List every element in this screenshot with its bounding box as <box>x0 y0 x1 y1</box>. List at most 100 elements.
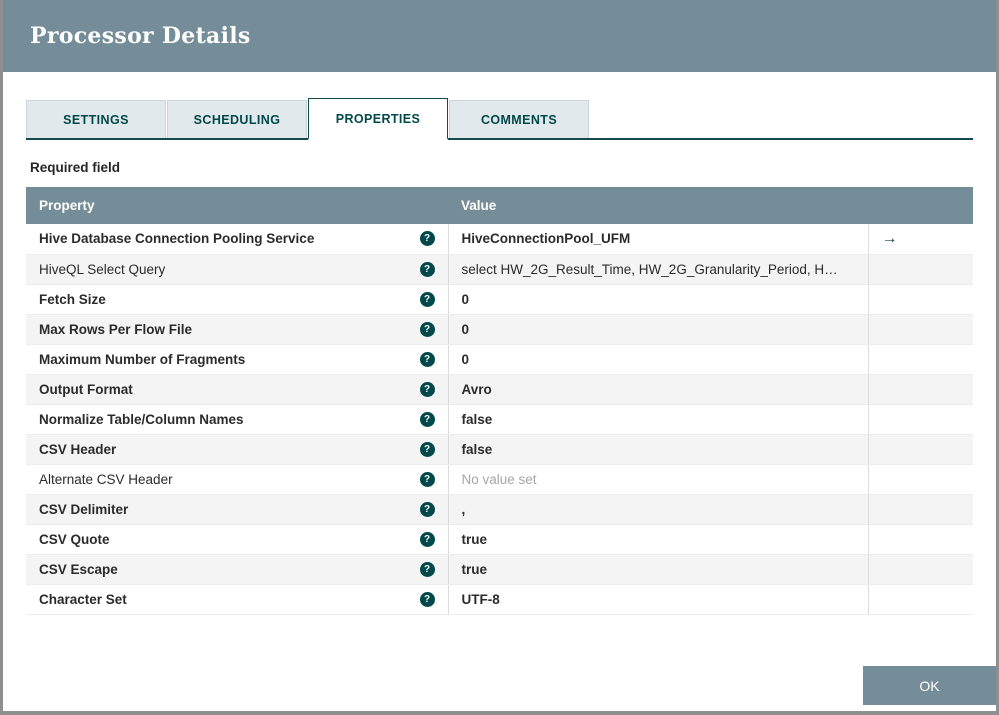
property-value: 0 <box>462 352 470 367</box>
property-cell: Hive Database Connection Pooling Service… <box>26 224 448 254</box>
value-cell: No value set <box>448 464 868 494</box>
column-header-value: Value <box>448 187 973 224</box>
goto-cell <box>868 524 973 554</box>
help-icon[interactable]: ? <box>420 231 435 246</box>
help-icon[interactable]: ? <box>420 352 435 367</box>
property-name: CSV Delimiter <box>39 502 128 517</box>
dialog-header: Processor Details <box>3 0 996 72</box>
table-row: CSV Header? false <box>26 434 973 464</box>
table-row: Alternate CSV Header? No value set <box>26 464 973 494</box>
property-value: HiveConnectionPool_UFM <box>462 231 631 246</box>
property-value: select HW_2G_Result_Time, HW_2G_Granular… <box>462 262 838 277</box>
property-name: Alternate CSV Header <box>39 472 173 487</box>
property-cell: Alternate CSV Header? <box>26 464 448 494</box>
table-body: Hive Database Connection Pooling Service… <box>26 224 973 614</box>
value-cell: true <box>448 524 868 554</box>
property-cell: Maximum Number of Fragments? <box>26 344 448 374</box>
value-cell: select HW_2G_Result_Time, HW_2G_Granular… <box>448 254 868 284</box>
property-name: Output Format <box>39 382 133 397</box>
property-cell: Output Format? <box>26 374 448 404</box>
table-row: Normalize Table/Column Names?false <box>26 404 973 434</box>
required-field-label: Required field <box>30 160 973 175</box>
property-value: 0 <box>462 292 470 307</box>
property-cell: CSV Header? <box>26 434 448 464</box>
property-cell: CSV Quote? <box>26 524 448 554</box>
help-icon[interactable]: ? <box>420 592 435 607</box>
help-icon[interactable]: ? <box>420 292 435 307</box>
value-cell: UTF-8 <box>448 584 868 614</box>
help-icon[interactable]: ? <box>420 442 435 457</box>
value-cell: Avro <box>448 374 868 404</box>
value-cell: , <box>448 494 868 524</box>
table-row: Character Set? UTF-8 <box>26 584 973 614</box>
help-icon[interactable]: ? <box>420 532 435 547</box>
property-name: Hive Database Connection Pooling Service <box>39 231 314 246</box>
ok-button[interactable]: OK <box>863 666 996 705</box>
property-value: UTF-8 <box>462 592 500 607</box>
help-icon[interactable]: ? <box>420 262 435 277</box>
property-cell: HiveQL Select Query? <box>26 254 448 284</box>
goto-cell <box>868 284 973 314</box>
help-icon[interactable]: ? <box>420 412 435 427</box>
property-value: false <box>462 442 493 457</box>
property-name: CSV Quote <box>39 532 110 547</box>
property-value: No value set <box>462 472 537 487</box>
property-cell: Character Set? <box>26 584 448 614</box>
property-cell: CSV Delimiter? <box>26 494 448 524</box>
table-row: Maximum Number of Fragments? 0 <box>26 344 973 374</box>
property-value: , <box>462 502 466 517</box>
value-cell: false <box>448 404 868 434</box>
property-cell: Fetch Size? <box>26 284 448 314</box>
property-cell: Max Rows Per Flow File? <box>26 314 448 344</box>
property-value: true <box>462 562 488 577</box>
property-name: Normalize Table/Column Names <box>39 412 244 427</box>
table-row: HiveQL Select Query? select HW_2G_Result_… <box>26 254 973 284</box>
goto-cell: → <box>868 224 973 254</box>
help-icon[interactable]: ? <box>420 502 435 517</box>
property-name: CSV Header <box>39 442 116 457</box>
table-row: CSV Escape? true <box>26 554 973 584</box>
tab-scheduling[interactable]: SCHEDULING <box>167 100 307 138</box>
tab-bar: SETTINGS SCHEDULING PROPERTIES COMMENTS <box>26 98 973 140</box>
goto-cell <box>868 404 973 434</box>
property-cell: Normalize Table/Column Names? <box>26 404 448 434</box>
goto-cell <box>868 254 973 284</box>
table-row: Output Format? Avro <box>26 374 973 404</box>
table-header-row: Property Value <box>26 187 973 224</box>
table-row: Max Rows Per Flow File? 0 <box>26 314 973 344</box>
property-cell: CSV Escape? <box>26 554 448 584</box>
goto-cell <box>868 584 973 614</box>
table-row: Fetch Size? 0 <box>26 284 973 314</box>
property-name: Character Set <box>39 592 127 607</box>
value-cell: 0 <box>448 284 868 314</box>
tab-comments[interactable]: COMMENTS <box>449 100 589 138</box>
help-icon[interactable]: ? <box>420 472 435 487</box>
property-value: true <box>462 532 488 547</box>
property-value: Avro <box>462 382 492 397</box>
property-name: Fetch Size <box>39 292 106 307</box>
goto-cell <box>868 494 973 524</box>
table-row: CSV Delimiter?, <box>26 494 973 524</box>
tab-properties[interactable]: PROPERTIES <box>308 98 448 140</box>
help-icon[interactable]: ? <box>420 562 435 577</box>
dialog-title: Processor Details <box>30 23 251 49</box>
goto-cell <box>868 434 973 464</box>
tab-settings[interactable]: SETTINGS <box>26 100 166 138</box>
property-name: Maximum Number of Fragments <box>39 352 245 367</box>
goto-cell <box>868 554 973 584</box>
help-icon[interactable]: ? <box>420 322 435 337</box>
goto-cell <box>868 374 973 404</box>
table-row: CSV Quote? true <box>26 524 973 554</box>
property-name: HiveQL Select Query <box>39 262 165 277</box>
property-value: 0 <box>462 322 470 337</box>
table-row: Hive Database Connection Pooling Service… <box>26 224 973 254</box>
value-cell: true <box>448 554 868 584</box>
dialog-content: SETTINGS SCHEDULING PROPERTIES COMMENTS … <box>3 72 996 615</box>
property-name: CSV Escape <box>39 562 118 577</box>
goto-service-icon[interactable]: → <box>882 230 898 247</box>
goto-cell <box>868 464 973 494</box>
help-icon[interactable]: ? <box>420 382 435 397</box>
goto-cell <box>868 314 973 344</box>
goto-cell <box>868 344 973 374</box>
property-name: Max Rows Per Flow File <box>39 322 192 337</box>
